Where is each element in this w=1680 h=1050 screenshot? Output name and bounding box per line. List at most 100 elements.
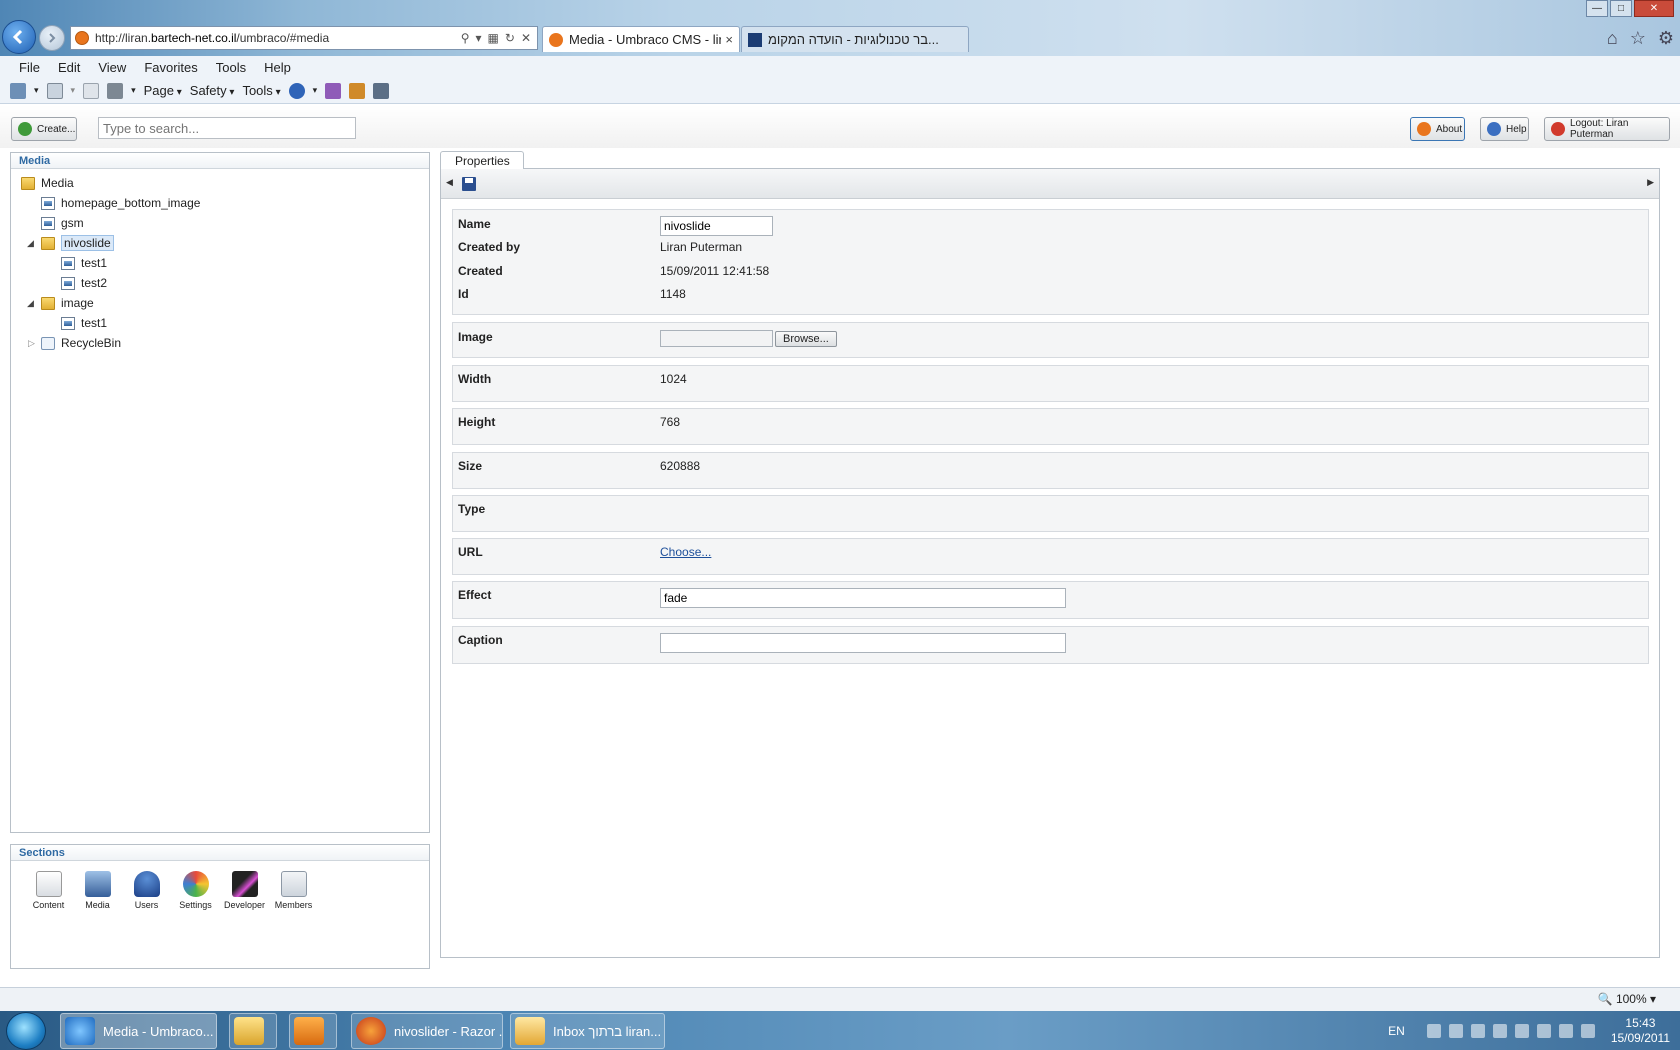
help-button[interactable]: Help [1480, 117, 1529, 141]
section-label: Developer [223, 900, 266, 910]
home-icon[interactable] [10, 82, 26, 99]
effect-input[interactable] [660, 588, 1066, 608]
close-window-icon[interactable]: ✕ [1634, 0, 1674, 17]
research-icon[interactable] [325, 82, 342, 99]
home-dropdown-icon[interactable]: ▾ [34, 85, 39, 96]
taskbar-button-label: Media - Umbraco... [103, 1023, 214, 1039]
settings-gear-icon[interactable]: ⚙ [1658, 28, 1674, 49]
help-dropdown-icon[interactable]: ▾ [313, 85, 318, 96]
clock[interactable]: 15:43 15/09/2011 [1611, 1016, 1670, 1046]
mail-tray-icon[interactable] [1448, 1023, 1463, 1038]
home-icon[interactable]: ⌂ [1607, 28, 1618, 49]
feeds-dropdown-icon[interactable]: ▾ [71, 85, 76, 96]
taskbar-media-player[interactable] [289, 1013, 337, 1049]
settings-colorwheel-icon [182, 871, 209, 897]
menu-view[interactable]: View [89, 60, 135, 75]
compatibility-icon[interactable]: ▦ [488, 31, 499, 45]
width-label: Width [458, 372, 492, 386]
windows-taskbar: Media - Umbraco... nivoslider - Razor ..… [0, 1011, 1680, 1050]
dropbox-icon[interactable] [1426, 1023, 1441, 1038]
scroll-left-icon[interactable]: ◀ [446, 177, 453, 188]
tab-properties[interactable]: Properties [440, 151, 524, 169]
print-icon[interactable] [107, 82, 124, 99]
volume-icon[interactable] [1580, 1023, 1595, 1038]
help-circle-icon[interactable] [288, 82, 305, 99]
section-developer[interactable]: Developer [223, 871, 266, 910]
mail-icon[interactable] [83, 82, 100, 99]
minimize-icon[interactable]: — [1586, 0, 1608, 17]
network-icon[interactable] [1558, 1023, 1573, 1038]
section-settings[interactable]: Settings [178, 871, 213, 910]
logout-button[interactable]: Logout: Liran Puterman [1544, 117, 1670, 141]
tree-node-homepage-bottom-image[interactable]: homepage_bottom_image [41, 193, 200, 213]
developer-wand-icon [231, 871, 258, 897]
tree-node-gsm[interactable]: gsm [41, 213, 84, 233]
tab-bartech[interactable]: בר טכנולוגיות - הועדה המקומ... [741, 26, 969, 52]
tab-umbraco[interactable]: Media - Umbraco CMS - lir... × [542, 26, 740, 52]
addon-icon[interactable] [349, 82, 366, 99]
section-label: Settings [179, 900, 212, 910]
menu-help[interactable]: Help [255, 60, 300, 75]
stop-icon[interactable]: ✕ [521, 31, 531, 45]
search-input[interactable] [98, 117, 356, 139]
start-button[interactable] [6, 1012, 46, 1050]
tree-node-media-root[interactable]: Media [21, 173, 74, 193]
address-url[interactable]: http://liran.bartech-net.co.il/umbraco/#… [95, 31, 461, 45]
dropdown-icon[interactable]: ▾ [476, 31, 482, 45]
taskbar-outlook[interactable]: Inbox ברתוך liran... [510, 1013, 665, 1049]
page-menu[interactable]: Page [144, 83, 182, 98]
taskbar-ie-umbraco[interactable]: Media - Umbraco... [60, 1013, 217, 1049]
url-label: URL [458, 545, 483, 559]
height-label: Height [458, 415, 496, 429]
browse-button[interactable]: Browse... [775, 331, 837, 347]
menu-edit[interactable]: Edit [49, 60, 89, 75]
tree-node-image-test1[interactable]: test1 [61, 313, 107, 333]
forward-button[interactable] [39, 25, 65, 51]
tree-node-nivoslide[interactable]: nivoslide [41, 233, 114, 253]
tab-close-icon[interactable]: × [725, 32, 733, 47]
feeds-icon[interactable] [46, 82, 63, 99]
refresh-icon[interactable]: ↻ [505, 31, 515, 45]
menu-favorites[interactable]: Favorites [135, 60, 206, 75]
section-users[interactable]: Users [129, 871, 164, 910]
address-bar[interactable]: http://liran.bartech-net.co.il/umbraco/#… [70, 26, 538, 50]
browser-tray-icon[interactable] [1514, 1023, 1529, 1038]
collapsed-arrow-icon[interactable]: ▷ [28, 338, 35, 349]
zoom-level[interactable]: 🔍 100% ▾ [1598, 992, 1656, 1006]
tree-node-test2[interactable]: test2 [61, 273, 107, 293]
taskbar-explorer[interactable] [229, 1013, 277, 1049]
taskbar-firefox[interactable]: nivoslider - Razor ... [351, 1013, 503, 1049]
section-media[interactable]: Media [80, 871, 115, 910]
language-indicator[interactable]: EN [1388, 1024, 1405, 1038]
save-disk-icon[interactable] [462, 177, 476, 191]
create-button[interactable]: Create... [11, 117, 77, 141]
tools-menu[interactable]: Tools [242, 83, 280, 98]
menu-tools[interactable]: Tools [207, 60, 255, 75]
section-content[interactable]: Content [31, 871, 66, 910]
name-input[interactable] [660, 216, 773, 236]
snippet-icon[interactable] [373, 82, 390, 99]
properties-toolbar: ◀ ▶ [441, 169, 1659, 199]
print-dropdown-icon[interactable]: ▾ [131, 85, 136, 96]
safety-menu[interactable]: Safety [190, 83, 235, 98]
maximize-icon[interactable]: □ [1610, 0, 1632, 17]
tree-node-recyclebin[interactable]: RecycleBin [41, 333, 121, 353]
caption-input[interactable] [660, 633, 1066, 653]
network-monitor-icon[interactable] [1470, 1023, 1485, 1038]
expanded-arrow-icon[interactable]: ◢ [27, 238, 34, 249]
image-file-input[interactable] [660, 330, 773, 347]
tree-node-label: gsm [61, 216, 84, 230]
section-members[interactable]: Members [275, 871, 312, 910]
menu-file[interactable]: File [10, 60, 49, 75]
alert-icon[interactable] [1492, 1023, 1507, 1038]
about-button[interactable]: About [1410, 117, 1465, 141]
favorites-star-icon[interactable]: ☆ [1630, 28, 1646, 49]
expanded-arrow-icon[interactable]: ◢ [27, 298, 34, 309]
choose-url-link[interactable]: Choose... [660, 545, 711, 559]
tree-node-image[interactable]: image [41, 293, 94, 313]
scroll-right-icon[interactable]: ▶ [1647, 177, 1654, 188]
tree-node-test1[interactable]: test1 [61, 253, 107, 273]
search-icon[interactable]: ⚲ [461, 31, 470, 45]
back-button[interactable] [2, 20, 36, 54]
flag-icon[interactable] [1536, 1023, 1551, 1038]
